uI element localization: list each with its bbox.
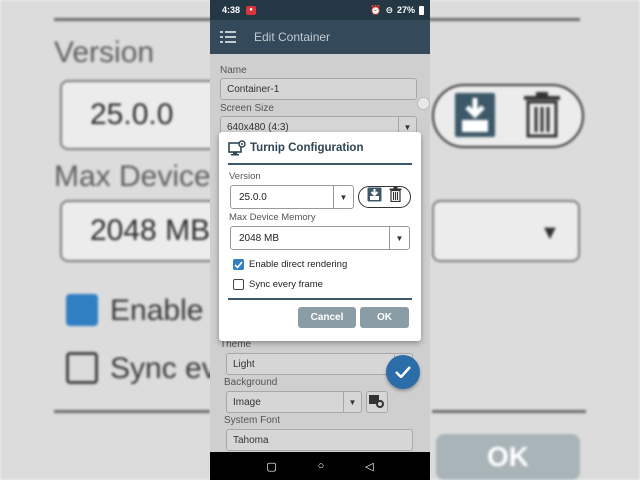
cancel-button[interactable]: Cancel bbox=[298, 307, 356, 328]
dialog-title: Turnip Configuration bbox=[250, 142, 364, 154]
turnip-configuration-dialog: Turnip Configuration Version 25.0.0 ▼ Ma… bbox=[219, 132, 421, 341]
theme-select[interactable]: Light ▼ bbox=[226, 353, 413, 375]
bg-version-value: 25.0.0 bbox=[90, 98, 174, 131]
name-field[interactable]: Container-1 bbox=[220, 78, 417, 100]
battery-percent: 27% bbox=[396, 5, 415, 15]
bg-version-label: Version bbox=[54, 36, 155, 69]
battery-icon bbox=[419, 5, 424, 15]
navigation-bar: ▢ ○ ◁ bbox=[210, 452, 430, 480]
alarm-icon: ⏰ bbox=[370, 4, 382, 15]
background-value: Image bbox=[233, 397, 261, 408]
screen: Version 25.0.0 Max Device 2048 MB ▼ Enab… bbox=[0, 0, 640, 480]
bg-divider bbox=[54, 410, 210, 413]
page-title: Edit Container bbox=[254, 30, 331, 44]
max-memory-select[interactable]: 2048 MB ▼ bbox=[230, 226, 410, 250]
bg-checkbox-unchecked bbox=[66, 352, 98, 384]
bg-ok-button: OK bbox=[436, 434, 580, 480]
bg-trash-icon bbox=[522, 92, 562, 143]
sync-every-frame-row[interactable]: Sync every frame bbox=[233, 279, 323, 290]
status-time: 4:38 bbox=[222, 5, 241, 15]
bg-checkbox-checked bbox=[66, 294, 98, 326]
bg-download-icon bbox=[454, 92, 496, 143]
ok-button[interactable]: OK bbox=[360, 307, 409, 328]
version-select[interactable]: 25.0.0 ▼ bbox=[230, 185, 354, 209]
theme-value: Light bbox=[233, 359, 255, 370]
enable-direct-rendering-label: Enable direct rendering bbox=[249, 259, 348, 270]
check-icon bbox=[234, 260, 243, 269]
background-select[interactable]: Image ▼ bbox=[226, 391, 362, 413]
app-bar: Edit Container bbox=[210, 20, 430, 54]
max-memory-value: 2048 MB bbox=[239, 233, 280, 244]
sync-every-frame-checkbox[interactable] bbox=[233, 279, 244, 290]
dialog-header: Turnip Configuration bbox=[228, 140, 363, 156]
bg-sync-text: Sync ev bbox=[110, 352, 217, 385]
bg-divider-right bbox=[432, 410, 586, 413]
image-icon bbox=[369, 395, 384, 408]
bg-max-device-label: Max Device bbox=[54, 160, 211, 193]
home-icon[interactable]: ○ bbox=[318, 460, 325, 472]
background-label: Background bbox=[224, 377, 278, 388]
version-actions bbox=[358, 186, 411, 208]
dnd-icon: ⊖ bbox=[385, 4, 393, 15]
version-label: Version bbox=[229, 171, 261, 182]
image-picker-button[interactable] bbox=[366, 391, 388, 413]
menu-icon[interactable] bbox=[220, 30, 238, 44]
checkmark-icon bbox=[395, 366, 411, 378]
system-font-label: System Font bbox=[224, 415, 281, 426]
chevron-down-icon: ▼ bbox=[333, 186, 353, 208]
chevron-down-icon: ▼ bbox=[343, 392, 361, 412]
enable-direct-rendering-checkbox[interactable] bbox=[233, 259, 244, 270]
chevron-down-icon: ▼ bbox=[389, 227, 409, 249]
download-icon[interactable] bbox=[367, 187, 382, 207]
screen-record-icon: ● bbox=[246, 5, 257, 15]
name-label: Name bbox=[220, 65, 247, 76]
sync-every-frame-label: Sync every frame bbox=[249, 279, 323, 290]
enable-direct-rendering-row[interactable]: Enable direct rendering bbox=[233, 259, 347, 270]
system-font-value: Tahoma bbox=[233, 435, 269, 446]
scroll-handle[interactable] bbox=[417, 97, 430, 110]
bg-enable-text: Enable bbox=[110, 294, 204, 327]
version-value: 25.0.0 bbox=[239, 192, 267, 203]
trash-icon[interactable] bbox=[389, 187, 402, 207]
bg-memory-value: 2048 MB bbox=[90, 214, 211, 247]
save-fab-button[interactable] bbox=[386, 355, 420, 389]
dialog-title-divider bbox=[228, 163, 412, 165]
system-font-select[interactable]: Tahoma bbox=[226, 429, 413, 451]
max-memory-label: Max Device Memory bbox=[229, 212, 316, 223]
screen-size-label: Screen Size bbox=[220, 103, 274, 114]
status-bar: 4:38 ● ⏰ ⊖ 27% bbox=[210, 0, 430, 20]
dialog-footer-divider bbox=[228, 298, 412, 300]
gpu-settings-icon bbox=[228, 140, 246, 156]
bg-dropdown-arrow-icon: ▼ bbox=[540, 222, 560, 244]
recents-icon[interactable]: ▢ bbox=[266, 460, 276, 473]
back-icon[interactable]: ◁ bbox=[365, 460, 373, 473]
